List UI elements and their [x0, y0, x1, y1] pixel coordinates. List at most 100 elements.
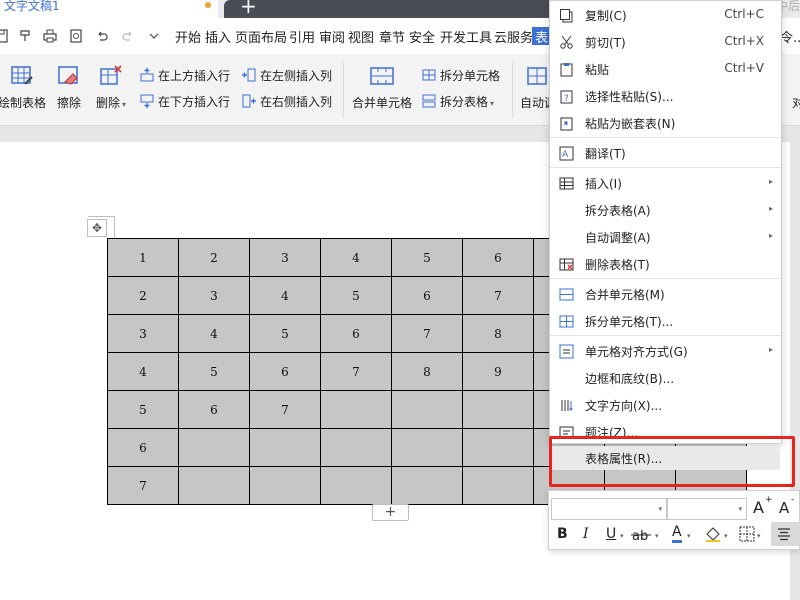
table-cell[interactable]: [391, 390, 463, 429]
table-cell[interactable]: 6: [462, 238, 534, 277]
underline-dropdown-icon[interactable]: ▾: [620, 532, 624, 540]
table-cell[interactable]: 5: [320, 276, 392, 315]
ctx-translate[interactable]: A 翻译(T): [550, 141, 781, 165]
menu-developer[interactable]: 开发工具: [440, 27, 492, 46]
table-cell[interactable]: 5: [107, 390, 179, 429]
menu-insert[interactable]: 插入: [205, 27, 231, 46]
table-cell[interactable]: 2: [178, 238, 250, 277]
italic-button[interactable]: I: [583, 526, 589, 542]
strikethrough-dropdown-icon[interactable]: ▾: [655, 532, 659, 540]
ctx-paste-special[interactable]: ? 选择性粘贴(S)...: [550, 84, 781, 108]
menu-page-layout[interactable]: 页面布局: [235, 27, 287, 46]
table-cell[interactable]: 1: [107, 238, 179, 277]
menu-review[interactable]: 审阅: [319, 27, 345, 46]
grow-font-button[interactable]: A: [753, 498, 764, 517]
insert-column-left-button[interactable]: 在左侧插入列: [242, 66, 342, 84]
table-cell[interactable]: 9: [462, 352, 534, 391]
fill-color-dropdown-icon[interactable]: ▾: [724, 532, 728, 540]
table-cell[interactable]: [178, 466, 250, 505]
table-cell[interactable]: 4: [320, 238, 392, 277]
ctx-paste[interactable]: 粘贴 Ctrl+V: [550, 57, 781, 81]
table-cell[interactable]: 8: [462, 314, 534, 353]
erase-button[interactable]: 擦除: [54, 64, 84, 111]
draw-table-button[interactable]: 绘制表格: [0, 64, 48, 111]
menu-security[interactable]: 安全: [409, 27, 435, 46]
table-cell[interactable]: 3: [107, 314, 179, 353]
print-preview-icon[interactable]: [69, 29, 83, 43]
font-color-button[interactable]: A: [672, 524, 682, 543]
table-cell[interactable]: 4: [178, 314, 250, 353]
table-cell[interactable]: 5: [249, 314, 321, 353]
ctx-split-table[interactable]: 拆分表格(A) ▸: [550, 198, 781, 222]
font-color-dropdown-icon[interactable]: ▾: [687, 532, 691, 540]
ctx-borders[interactable]: 边框和底纹(B)...: [550, 366, 781, 390]
quick-access-dropdown-icon[interactable]: [147, 29, 161, 43]
table-cell[interactable]: [320, 466, 392, 505]
ctx-paste-nested[interactable]: 粘贴为嵌套表(N): [550, 111, 781, 135]
table-cell[interactable]: 7: [391, 314, 463, 353]
font-size-select[interactable]: ▾: [667, 498, 747, 520]
document-tab[interactable]: 文字文稿1: [0, 0, 218, 18]
menu-references[interactable]: 引用: [289, 27, 315, 46]
table-cell[interactable]: 7: [462, 276, 534, 315]
ctx-split-cells[interactable]: 拆分单元格(T)...: [550, 309, 781, 333]
bold-button[interactable]: B: [557, 526, 568, 542]
table-cell[interactable]: 6: [320, 314, 392, 353]
table-cell[interactable]: 6: [391, 276, 463, 315]
table-cell[interactable]: 6: [249, 352, 321, 391]
table-cell[interactable]: 4: [107, 352, 179, 391]
table-cell[interactable]: [391, 428, 463, 467]
table-cell[interactable]: [462, 428, 534, 467]
font-name-select[interactable]: ▾: [551, 498, 667, 520]
ctx-merge-cells[interactable]: 合并单元格(M): [550, 282, 781, 306]
table-cell[interactable]: 7: [320, 352, 392, 391]
table-cell[interactable]: 6: [107, 428, 179, 467]
new-tab-button[interactable]: +: [240, 0, 257, 17]
table-cell[interactable]: 7: [107, 466, 179, 505]
table-cell[interactable]: [320, 390, 392, 429]
ctx-cell-align[interactable]: 单元格对齐方式(G) ▸: [550, 339, 781, 363]
table-cell[interactable]: [462, 390, 534, 429]
format-painter-icon[interactable]: [18, 29, 32, 43]
menu-more-text[interactable]: 令...: [780, 27, 800, 46]
menu-cloud[interactable]: 云服务: [494, 27, 533, 46]
ctx-delete-table[interactable]: 删除表格(T): [550, 252, 781, 276]
table-cell[interactable]: 3: [178, 276, 250, 315]
table-cell[interactable]: [462, 466, 534, 505]
borders-dropdown-icon[interactable]: ▾: [757, 532, 761, 540]
ctx-cut[interactable]: 剪切(T) Ctrl+X: [550, 30, 781, 54]
menu-view[interactable]: 视图: [348, 27, 374, 46]
ctx-auto-fit[interactable]: 自动调整(A) ▸: [550, 225, 781, 249]
table-cell[interactable]: 2: [107, 276, 179, 315]
insert-column-right-button[interactable]: 在右侧插入列: [242, 92, 342, 110]
table-cell[interactable]: 3: [249, 238, 321, 277]
borders-icon[interactable]: [739, 526, 755, 542]
undo-icon[interactable]: [95, 29, 109, 43]
table-cell[interactable]: [178, 428, 250, 467]
table-cell[interactable]: 5: [391, 238, 463, 277]
table-cell[interactable]: [320, 428, 392, 467]
strikethrough-icon[interactable]: ab: [631, 526, 653, 544]
auto-fit-button[interactable]: 自动调: [520, 64, 552, 111]
ctx-text-direction[interactable]: 文字方向(X)...: [550, 393, 781, 417]
table-cell[interactable]: [249, 428, 321, 467]
table-cell[interactable]: [249, 466, 321, 505]
ctx-copy[interactable]: 复制(C) Ctrl+C: [550, 3, 781, 27]
save-icon[interactable]: [0, 29, 8, 43]
align-button[interactable]: [771, 522, 800, 546]
ctx-insert[interactable]: 插入(I) ▸: [550, 171, 781, 195]
table-cell[interactable]: 7: [249, 390, 321, 429]
print-icon[interactable]: [43, 29, 57, 43]
table-cell[interactable]: 5: [178, 352, 250, 391]
redo-icon[interactable]: [121, 29, 135, 43]
menu-section[interactable]: 章节: [379, 27, 405, 46]
fill-color-icon[interactable]: [704, 525, 722, 543]
merge-cells-button[interactable]: 合并单元格: [350, 64, 414, 111]
table-cell[interactable]: 6: [178, 390, 250, 429]
split-table-button[interactable]: 拆分表格 ▾: [422, 92, 506, 110]
table-cell[interactable]: [391, 466, 463, 505]
delete-button[interactable]: 删除 ▾: [92, 64, 130, 111]
shrink-font-button[interactable]: A: [779, 499, 789, 517]
table-cell[interactable]: 8: [391, 352, 463, 391]
add-row-button[interactable]: +: [372, 504, 409, 521]
